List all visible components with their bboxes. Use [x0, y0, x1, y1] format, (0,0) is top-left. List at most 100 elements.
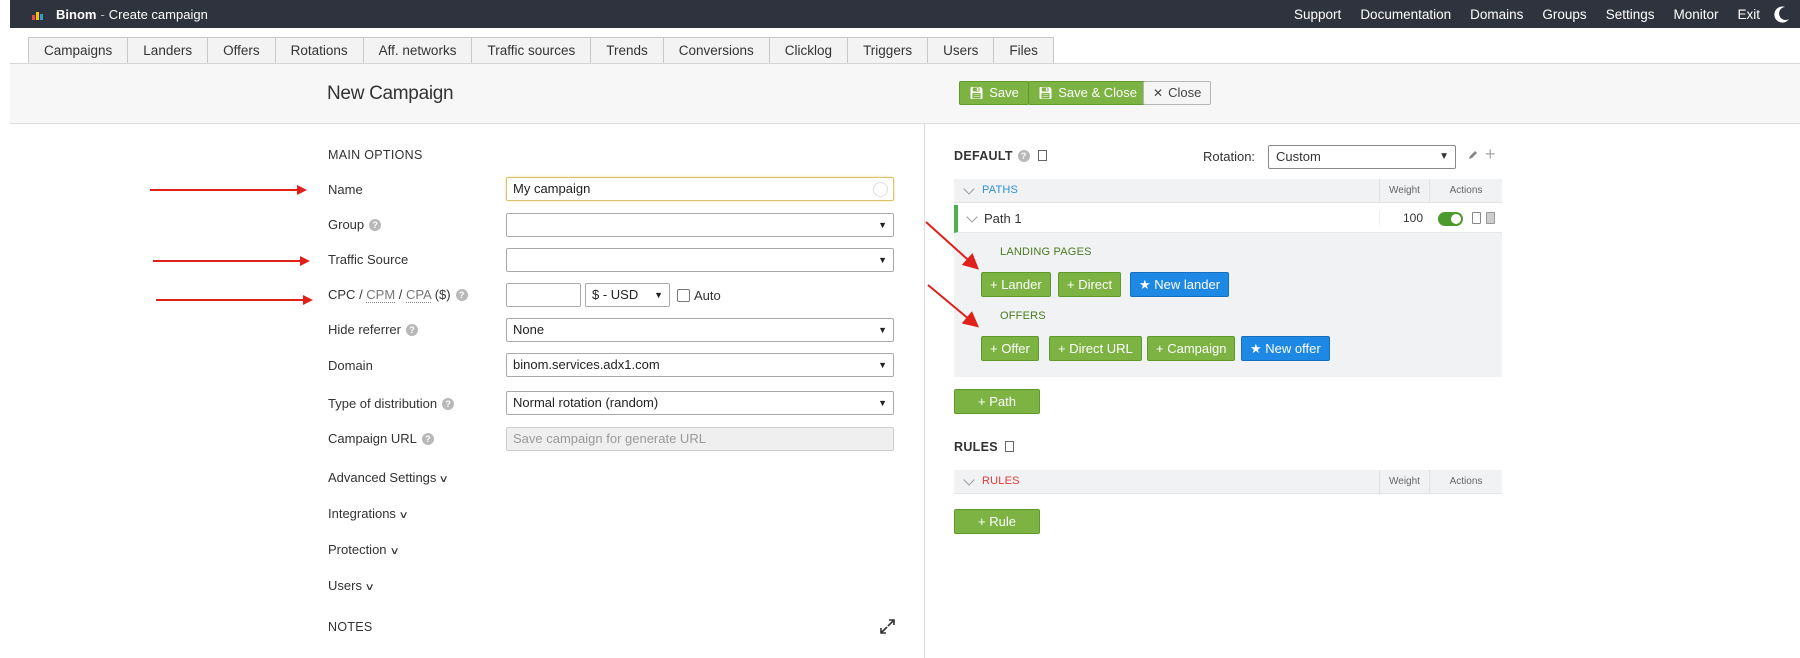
help-icon[interactable]: ? [405, 324, 418, 336]
tab-conversions[interactable]: Conversions [662, 37, 769, 64]
add-path-button[interactable]: + Path [954, 389, 1040, 414]
rotation-value: Custom [1276, 149, 1321, 164]
nav-monitor[interactable]: Monitor [1673, 7, 1718, 22]
annotation-arrows [925, 221, 980, 328]
distribution-select[interactable]: Normal rotation (random) ▼ [506, 391, 894, 415]
nav-settings[interactable]: Settings [1606, 7, 1655, 22]
save-close-button[interactable]: 💾︎ Save & Close [1028, 81, 1147, 105]
campaign-url-input[interactable]: Save campaign for generate URL [506, 427, 894, 451]
chevron-down-icon[interactable] [963, 474, 975, 486]
rules-title: RULES [954, 440, 1014, 454]
save-close-label: Save & Close [1058, 85, 1137, 100]
main-tabs: Campaigns Landers Offers Rotations Aff. … [28, 37, 1054, 64]
tab-files[interactable]: Files [993, 37, 1054, 64]
close-button[interactable]: ✕ Close [1143, 81, 1212, 105]
tab-landers[interactable]: Landers [127, 37, 208, 64]
cost-currency-label: ($) [431, 287, 451, 302]
path-weight[interactable]: 100 [1379, 211, 1429, 225]
floppy-icon: 💾︎ [969, 86, 985, 100]
tab-offers[interactable]: Offers [207, 37, 275, 64]
copy-icon[interactable] [1472, 212, 1481, 224]
expand-icon[interactable] [880, 619, 895, 634]
hide-referrer-value: None [513, 322, 545, 337]
page-title: New Campaign [327, 83, 454, 104]
tab-campaigns[interactable]: Campaigns [28, 37, 128, 64]
rules-title-text: RULES [954, 440, 998, 454]
cost-input[interactable] [506, 283, 581, 307]
path-row[interactable]: Path 1 100 [954, 205, 1502, 233]
cpa-link[interactable]: CPA [406, 287, 432, 303]
users-toggle[interactable]: Users ∨ [328, 578, 375, 593]
page-header [10, 64, 1800, 124]
traffic-source-select[interactable]: ▼ [506, 248, 894, 272]
chevron-down-icon: ∨ [438, 474, 450, 485]
default-title-text: DEFAULT [954, 149, 1013, 163]
help-icon[interactable]: ? [369, 219, 382, 231]
chevron-down-icon: ∨ [398, 510, 409, 521]
new-offer-button[interactable]: ★ New offer [1241, 336, 1330, 361]
chevron-down-icon: ∨ [389, 546, 400, 557]
nav-domains[interactable]: Domains [1470, 7, 1523, 22]
help-icon[interactable]: ? [1017, 150, 1030, 162]
traffic-source-label: Traffic Source [328, 252, 409, 267]
nav-exit[interactable]: Exit [1737, 7, 1760, 22]
trash-icon[interactable] [1486, 212, 1495, 224]
campaign-url-label-text: Campaign URL [328, 431, 417, 446]
name-value: My campaign [513, 181, 591, 196]
chevron-down-icon[interactable] [963, 183, 975, 195]
help-icon[interactable]: ? [421, 433, 434, 445]
rotation-select[interactable]: Custom ▼ [1268, 145, 1456, 169]
new-lander-button[interactable]: ★ New lander [1130, 272, 1230, 297]
annotation-arrow [156, 295, 313, 305]
copy-icon[interactable] [1037, 150, 1047, 161]
page-name: Create campaign [108, 7, 208, 22]
add-rotation-icon[interactable]: + [1485, 144, 1496, 165]
edit-icon[interactable] [1467, 149, 1479, 161]
integrations-toggle[interactable]: Integrations ∨ [328, 506, 409, 521]
hide-referrer-label: Hide referrer? [328, 322, 418, 337]
advanced-settings-toggle[interactable]: Advanced Settings ∨ [328, 470, 450, 485]
save-button[interactable]: 💾︎ Save [959, 81, 1029, 105]
tab-clicklog[interactable]: Clicklog [768, 37, 848, 64]
input-status-icon [873, 182, 888, 197]
tab-users[interactable]: Users [927, 37, 994, 64]
nav-support[interactable]: Support [1294, 7, 1341, 22]
rules-header: RULES Weight Actions [954, 470, 1502, 494]
add-offer-button[interactable]: + Offer [981, 336, 1039, 361]
dropdown-arrow-icon: ▼ [878, 360, 887, 370]
panel-divider [924, 124, 925, 658]
tab-rotations[interactable]: Rotations [274, 37, 363, 64]
help-icon[interactable]: ? [455, 289, 468, 301]
name-input[interactable]: My campaign [506, 177, 894, 201]
theme-moon-icon[interactable] [1772, 4, 1792, 24]
dropdown-arrow-icon: ▼ [878, 220, 887, 230]
add-rule-button[interactable]: + Rule [954, 509, 1040, 534]
tab-trends[interactable]: Trends [590, 37, 663, 64]
auto-checkbox[interactable] [677, 289, 690, 302]
tab-traffic-sources[interactable]: Traffic sources [471, 37, 591, 64]
nav-groups[interactable]: Groups [1542, 7, 1586, 22]
main-options-title: MAIN OPTIONS [328, 148, 423, 162]
dropdown-arrow-icon: ▼ [1439, 151, 1449, 162]
campaign-url-label: Campaign URL? [328, 431, 434, 446]
cpm-link[interactable]: CPM [366, 287, 396, 303]
copy-icon[interactable] [1004, 441, 1014, 452]
actions-header: Actions [1429, 470, 1502, 494]
tab-triggers[interactable]: Triggers [847, 37, 928, 64]
tab-aff-networks[interactable]: Aff. networks [362, 37, 472, 64]
group-select[interactable]: ▼ [506, 213, 894, 237]
add-campaign-button[interactable]: + Campaign [1147, 336, 1236, 361]
add-direct-button[interactable]: + Direct [1058, 272, 1122, 297]
help-icon[interactable]: ? [442, 398, 455, 410]
domain-select[interactable]: binom.services.adx1.com ▼ [506, 353, 894, 377]
distribution-label-text: Type of distribution [328, 396, 438, 411]
distribution-value: Normal rotation (random) [513, 395, 659, 410]
path-enabled-toggle[interactable] [1438, 212, 1463, 226]
close-label: Close [1168, 85, 1202, 100]
notes-title: NOTES [328, 620, 373, 634]
nav-documentation[interactable]: Documentation [1360, 7, 1451, 22]
currency-select[interactable]: $ - USD ▼ [585, 283, 670, 307]
add-direct-url-button[interactable]: + Direct URL [1049, 336, 1142, 361]
hide-referrer-select[interactable]: None ▼ [506, 318, 894, 342]
protection-toggle[interactable]: Protection ∨ [328, 542, 400, 557]
